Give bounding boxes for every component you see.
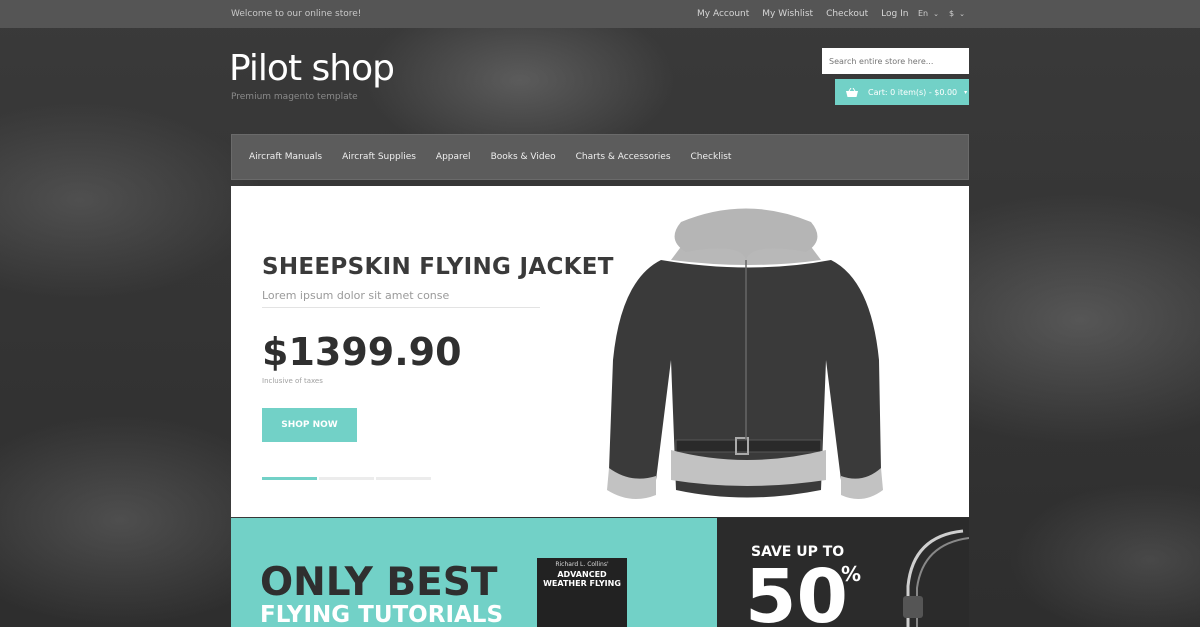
slide-title: SHEEPSKIN FLYING JACKET bbox=[262, 254, 614, 280]
main-navigation: Aircraft Manuals Aircraft Supplies Appar… bbox=[231, 134, 969, 180]
site-logo[interactable]: Pilot shop bbox=[229, 48, 395, 89]
currency-value: $ bbox=[949, 9, 955, 18]
book-title: ADVANCED WEATHER FLYING bbox=[543, 570, 621, 588]
sale-percent: 50 bbox=[745, 554, 848, 627]
slider-pagination bbox=[262, 477, 433, 480]
my-account-link[interactable]: My Account bbox=[697, 9, 749, 19]
jacket-image bbox=[607, 208, 883, 499]
basket-icon bbox=[846, 87, 858, 97]
slide-indicator[interactable] bbox=[319, 477, 374, 480]
book-cover-image: Richard L. Collins' ADVANCED WEATHER FLY… bbox=[537, 558, 627, 627]
tax-note: Inclusive of taxes bbox=[262, 377, 323, 385]
slide-indicator[interactable] bbox=[376, 477, 431, 480]
login-link[interactable]: Log In bbox=[881, 9, 908, 19]
slide-price: $1399.90 bbox=[262, 330, 462, 374]
nav-item-checklist[interactable]: Checklist bbox=[691, 152, 732, 162]
chevron-down-icon: ▾ bbox=[964, 88, 968, 96]
hero-slider: SHEEPSKIN FLYING JACKET Lorem ipsum dolo… bbox=[231, 186, 969, 517]
headset-image bbox=[903, 529, 969, 627]
cart-summary: Cart: 0 item(s) - $0.00 bbox=[868, 87, 958, 97]
welcome-message: Welcome to our online store! bbox=[231, 9, 362, 19]
checkout-link[interactable]: Checkout bbox=[826, 9, 868, 19]
nav-item-books-video[interactable]: Books & Video bbox=[491, 152, 556, 162]
slide-indicator[interactable] bbox=[262, 477, 317, 480]
nav-item-aircraft-manuals[interactable]: Aircraft Manuals bbox=[249, 152, 322, 162]
chevron-down-icon: ⌄ bbox=[959, 10, 965, 18]
banner-headline: ONLY BEST bbox=[260, 560, 498, 605]
slide-subtitle: Lorem ipsum dolor sit amet conse bbox=[262, 289, 450, 302]
sale-banner[interactable]: SAVE UP TO 50 % bbox=[717, 518, 969, 627]
currency-selector[interactable]: $ ⌄ bbox=[949, 9, 965, 18]
nav-item-charts-accessories[interactable]: Charts & Accessories bbox=[576, 152, 671, 162]
chevron-down-icon: ⌄ bbox=[933, 10, 939, 18]
site-tagline: Premium magento template bbox=[231, 92, 358, 102]
language-selector[interactable]: En ⌄ bbox=[918, 9, 939, 18]
nav-item-aircraft-supplies[interactable]: Aircraft Supplies bbox=[342, 152, 416, 162]
search-input[interactable] bbox=[822, 48, 969, 74]
my-wishlist-link[interactable]: My Wishlist bbox=[762, 9, 813, 19]
divider bbox=[262, 307, 540, 308]
cart-button[interactable]: Cart: 0 item(s) - $0.00 ▾ bbox=[835, 79, 969, 105]
nav-item-apparel[interactable]: Apparel bbox=[436, 152, 471, 162]
top-bar: Welcome to our online store! My Account … bbox=[0, 0, 1200, 28]
shop-now-button[interactable]: SHOP NOW bbox=[262, 408, 357, 442]
tutorials-banner[interactable]: ONLY BEST FLYING TUTORIALS Richard L. Co… bbox=[231, 518, 717, 627]
account-links: My Account My Wishlist Checkout Log In bbox=[697, 9, 921, 19]
percent-sign: % bbox=[841, 562, 862, 586]
language-value: En bbox=[918, 9, 929, 18]
banner-subheadline: FLYING TUTORIALS bbox=[260, 602, 504, 627]
book-author: Richard L. Collins' bbox=[555, 561, 609, 568]
